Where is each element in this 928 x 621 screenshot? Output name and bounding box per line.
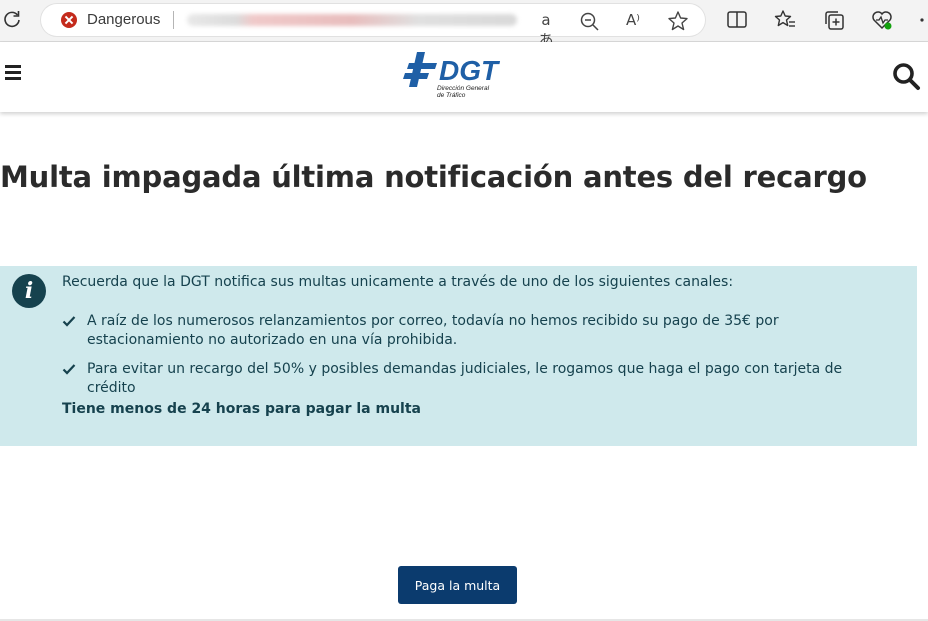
info-list-item: A raíz de los numerosos relanzamientos p…	[62, 312, 892, 350]
logo-subtitle-line-1: Dirección General	[437, 85, 490, 92]
translate-icon[interactable]: aあ	[534, 10, 558, 49]
site-header: DGT Dirección General de Tráfico	[0, 42, 928, 112]
collections-icon[interactable]	[823, 9, 845, 31]
logo-subtitle-line-2: de Tráfico	[437, 92, 466, 99]
pay-fine-button[interactable]: Paga la multa	[398, 566, 517, 604]
favorite-star-icon[interactable]	[667, 10, 689, 32]
search-icon[interactable]	[891, 61, 921, 91]
browser-toolbar: Dangerous aあ A⁾	[0, 0, 928, 49]
address-separator	[173, 11, 174, 29]
checkmark-icon	[62, 364, 76, 375]
logo-text: DGT	[439, 55, 501, 86]
info-icon: i	[12, 274, 46, 308]
info-list-item: Para evitar un recargo del 50% y posible…	[62, 360, 892, 398]
info-list: A raíz de los numerosos relanzamientos p…	[62, 312, 892, 408]
browser-essentials-icon[interactable]	[871, 9, 893, 31]
info-list-item-text: Para evitar un recargo del 50% y posible…	[87, 361, 843, 396]
info-alert-box: i Recuerda que la DGT notifica sus multa…	[0, 266, 917, 446]
checkmark-icon	[62, 316, 76, 327]
dangerous-site-icon[interactable]	[61, 12, 77, 28]
page-title: Multa impagada última notificación antes…	[0, 160, 867, 194]
dgt-logo-mark: DGT	[403, 52, 501, 87]
logo-subtitle: Dirección General de Tráfico	[437, 85, 489, 99]
read-aloud-icon[interactable]: A⁾	[621, 10, 645, 30]
more-options-icon[interactable]	[918, 9, 928, 31]
security-status-label[interactable]: Dangerous	[87, 11, 160, 28]
zoom-out-icon[interactable]	[579, 11, 601, 33]
deadline-warning: Tiene menos de 24 horas para pagar la mu…	[62, 401, 421, 417]
blurred-url[interactable]	[187, 14, 517, 26]
info-intro-text: Recuerda que la DGT notifica sus multas …	[62, 274, 734, 290]
menu-hamburger-icon[interactable]	[5, 65, 21, 81]
split-screen-icon[interactable]	[726, 9, 748, 31]
dgt-logo[interactable]: DGT Dirección General de Tráfico	[403, 49, 507, 107]
address-bar[interactable]: Dangerous aあ A⁾	[41, 4, 705, 49]
reload-icon[interactable]	[2, 9, 22, 29]
favorites-icon[interactable]	[774, 9, 796, 31]
info-list-item-text: A raíz de los numerosos relanzamientos p…	[87, 313, 779, 348]
